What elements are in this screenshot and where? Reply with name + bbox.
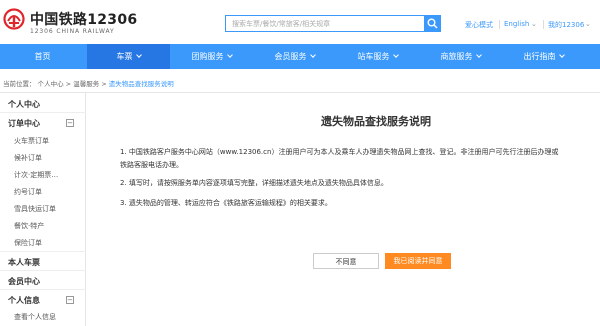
sidebar: 个人中心 订单中心 − 火车票订单 候补订单 计次·定期票… 约号订单 雪具快运…	[0, 93, 86, 326]
search-icon	[427, 18, 438, 29]
breadcrumb-prefix: 当前位置：	[3, 80, 36, 88]
paragraph: 1. 中国铁路客户服务中心网站（www.12306.cn）注册用户可为本人及乘车…	[120, 148, 559, 156]
chevron-down-icon[interactable]: ⌄	[531, 20, 537, 28]
nav-group-service[interactable]: 团购服务	[170, 44, 253, 69]
nav-member-service[interactable]: 会员服务	[253, 44, 336, 69]
nav-business-travel[interactable]: 商旅服务	[419, 44, 502, 69]
my-account-link[interactable]: 我的12306	[548, 20, 584, 30]
sidebar-personal-center[interactable]: 个人中心	[8, 99, 40, 110]
divider	[0, 251, 86, 252]
sidebar-item-reservation[interactable]: 约号订单	[14, 187, 42, 197]
disagree-button[interactable]: 不同意	[313, 253, 379, 269]
nav-travel-guide[interactable]: 出行指南	[502, 44, 585, 69]
logo-subtitle: 12306 CHINA RAILWAY	[30, 28, 115, 35]
divider	[0, 270, 86, 271]
language-link[interactable]: English	[504, 20, 529, 28]
site-header: 中国铁路12306 12306 CHINA RAILWAY 搜索车票/餐饮/常旅…	[0, 0, 600, 44]
nav-tickets[interactable]: 车票	[87, 44, 170, 69]
breadcrumb: 当前位置： 个人中心 > 温馨服务 > 遗失物品查找服务说明	[3, 78, 174, 88]
collapse-toggle[interactable]: −	[66, 296, 74, 304]
nav-label: 商旅服务	[440, 52, 473, 61]
nav-label: 站车服务	[357, 52, 390, 61]
search-button[interactable]	[424, 15, 441, 32]
divider	[0, 289, 86, 290]
sidebar-item-ski-express[interactable]: 雪具快运订单	[14, 204, 56, 214]
chevron-down-icon	[475, 52, 482, 58]
sidebar-member-center[interactable]: 会员中心	[8, 276, 40, 287]
railway-logo-icon[interactable]	[3, 8, 25, 30]
paragraph: 铁路客服电话办理。	[120, 161, 183, 169]
sidebar-item-food[interactable]: 餐饮·特产	[14, 221, 44, 231]
logo-title[interactable]: 中国铁路12306	[30, 9, 137, 29]
nav-station-service[interactable]: 站车服务	[336, 44, 419, 69]
nav-home[interactable]: 首页	[20, 44, 65, 69]
breadcrumb-item[interactable]: 温馨服务	[73, 80, 99, 88]
divider	[499, 20, 500, 29]
divider	[0, 92, 600, 93]
sidebar-item-view-info[interactable]: 查看个人信息	[14, 312, 56, 322]
sidebar-personal-info[interactable]: 个人信息	[8, 295, 40, 306]
agree-button[interactable]: 我已阅读并同意	[385, 253, 451, 269]
chevron-down-icon	[392, 52, 399, 58]
main-nav: 首页 车票 团购服务 会员服务 站车服务 商旅服务 出行指南	[0, 44, 600, 69]
paragraph: 2. 填写时，请按照服务单内容逐项填写完整，详细描述遗失地点及遗失物品具体信息。	[120, 179, 388, 187]
chevron-down-icon	[226, 52, 233, 58]
search-input[interactable]: 搜索车票/餐饮/常旅客/相关规章	[225, 15, 425, 32]
chevron-down-icon[interactable]: ⌄	[585, 20, 591, 28]
chevron-down-icon	[135, 52, 142, 58]
breadcrumb-separator: >	[65, 80, 72, 88]
divider	[0, 112, 86, 113]
sidebar-my-tickets[interactable]: 本人车票	[8, 257, 40, 268]
nav-label: 首页	[34, 52, 51, 61]
breadcrumb-item[interactable]: 个人中心	[38, 80, 64, 88]
page-title: 遗失物品查找服务说明	[321, 115, 431, 128]
nav-label: 出行指南	[523, 52, 556, 61]
breadcrumb-separator: >	[101, 80, 107, 88]
divider	[543, 20, 544, 29]
breadcrumb-current: 遗失物品查找服务说明	[108, 80, 174, 88]
care-mode-link[interactable]: 爱心模式	[465, 20, 493, 30]
nav-label: 车票	[116, 52, 133, 61]
nav-label: 会员服务	[274, 52, 307, 61]
nav-label: 团购服务	[191, 52, 224, 61]
chevron-down-icon	[309, 52, 316, 58]
sidebar-item-insurance[interactable]: 保险订单	[14, 238, 42, 248]
sidebar-item-multi-ride[interactable]: 计次·定期票…	[14, 170, 58, 180]
sidebar-item-ticket-orders[interactable]: 火车票订单	[14, 136, 49, 146]
paragraph: 3. 遗失物品的管理、转运应符合《铁路旅客运输规程》的相关要求。	[120, 199, 332, 207]
chevron-down-icon	[558, 52, 565, 58]
sidebar-item-waitlist-orders[interactable]: 候补订单	[14, 153, 42, 163]
sidebar-orders-title[interactable]: 订单中心	[8, 118, 40, 129]
collapse-toggle[interactable]: −	[66, 119, 74, 127]
